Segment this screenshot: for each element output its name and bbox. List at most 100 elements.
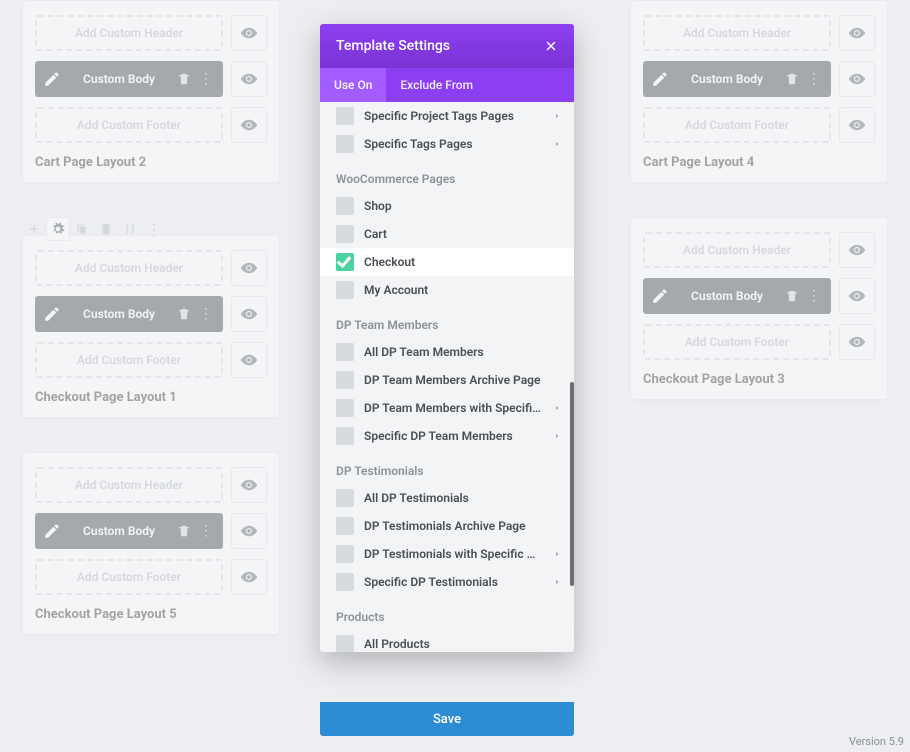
more-icon[interactable]: ⋮	[197, 306, 215, 322]
trash-icon[interactable]	[177, 72, 191, 86]
layout-card: Add Custom Header Custom Body⋮ Add Custom …	[630, 0, 888, 183]
trash-icon[interactable]	[785, 289, 799, 303]
visibility-toggle[interactable]	[231, 342, 267, 378]
more-icon[interactable]: ⋮	[805, 71, 823, 87]
checkbox[interactable]	[336, 197, 354, 215]
checkbox[interactable]	[336, 107, 354, 125]
checkbox[interactable]	[336, 135, 354, 153]
tab-use-on[interactable]: Use On	[320, 68, 386, 102]
add-header-button[interactable]: Add Custom Header	[35, 15, 223, 51]
save-button[interactable]: Save	[320, 702, 574, 736]
eye-icon	[240, 522, 258, 540]
option-all-team[interactable]: All DP Team Members	[320, 338, 574, 366]
visibility-toggle[interactable]	[231, 15, 267, 51]
sort-icon[interactable]	[118, 217, 142, 241]
visibility-toggle[interactable]	[839, 278, 875, 314]
more-icon[interactable]: ⋮	[142, 217, 166, 241]
option-shop[interactable]: Shop	[320, 192, 574, 220]
checkbox-checked[interactable]	[336, 253, 354, 271]
add-header-button[interactable]: Add Custom Header	[643, 15, 831, 51]
trash-icon[interactable]	[177, 524, 191, 538]
visibility-toggle[interactable]	[231, 559, 267, 595]
layout-title: Cart Page Layout 2	[35, 155, 267, 170]
visibility-toggle[interactable]	[231, 467, 267, 503]
layout-card: Add Custom Header Custom Body⋮ Add Custom …	[22, 0, 280, 183]
custom-body-row[interactable]: Custom Body⋮	[35, 513, 223, 549]
add-icon[interactable]	[22, 217, 46, 241]
option-specific-tags[interactable]: Specific Tags Pages	[320, 130, 574, 158]
visibility-toggle[interactable]	[231, 296, 267, 332]
eye-icon	[240, 70, 258, 88]
add-header-button[interactable]: Add Custom Header	[643, 232, 831, 268]
option-all-testimonials[interactable]: All DP Testimonials	[320, 484, 574, 512]
template-settings-modal: Template Settings Use On Exclude From Sp…	[320, 24, 574, 652]
option-checkout[interactable]: Checkout	[320, 248, 574, 276]
more-icon[interactable]: ⋮	[197, 71, 215, 87]
checkbox[interactable]	[336, 343, 354, 361]
modal-tabs: Use On Exclude From	[320, 68, 574, 102]
tab-exclude-from[interactable]: Exclude From	[386, 68, 487, 102]
visibility-toggle[interactable]	[839, 61, 875, 97]
checkbox[interactable]	[336, 517, 354, 535]
chevron-right-icon	[552, 111, 562, 121]
option-my-account[interactable]: My Account	[320, 276, 574, 304]
add-footer-button[interactable]: Add Custom Footer	[643, 107, 831, 143]
option-cart[interactable]: Cart	[320, 220, 574, 248]
checkbox[interactable]	[336, 399, 354, 417]
scrollbar[interactable]	[570, 382, 574, 586]
modal-body: Specific Project Tags Pages Specific Tag…	[320, 102, 574, 652]
trash-icon[interactable]	[177, 307, 191, 321]
option-team-specific-cat[interactable]: DP Team Members with Specific Categories	[320, 394, 574, 422]
checkbox[interactable]	[336, 489, 354, 507]
visibility-toggle[interactable]	[231, 250, 267, 286]
chevron-right-icon	[552, 139, 562, 149]
pencil-icon	[651, 287, 669, 305]
eye-icon	[848, 241, 866, 259]
more-icon[interactable]: ⋮	[197, 523, 215, 539]
visibility-toggle[interactable]	[839, 232, 875, 268]
option-specific-project-tags[interactable]: Specific Project Tags Pages	[320, 102, 574, 130]
custom-body-row[interactable]: Custom Body⋮	[35, 61, 223, 97]
option-all-products[interactable]: All Products	[320, 630, 574, 652]
trash-icon[interactable]	[94, 217, 118, 241]
checkbox[interactable]	[336, 635, 354, 652]
add-header-button[interactable]: Add Custom Header	[35, 250, 223, 286]
add-footer-button[interactable]: Add Custom Footer	[35, 107, 223, 143]
eye-icon	[240, 351, 258, 369]
option-testimonials-specific-cat[interactable]: DP Testimonials with Specific DP Categor…	[320, 540, 574, 568]
add-footer-button[interactable]: Add Custom Footer	[35, 342, 223, 378]
more-icon[interactable]: ⋮	[805, 288, 823, 304]
trash-icon[interactable]	[785, 72, 799, 86]
option-testimonials-archive[interactable]: DP Testimonials Archive Page	[320, 512, 574, 540]
copy-icon[interactable]	[70, 217, 94, 241]
chevron-right-icon	[552, 549, 562, 559]
layout-title: Checkout Page Layout 5	[35, 607, 267, 622]
visibility-toggle[interactable]	[231, 513, 267, 549]
visibility-toggle[interactable]	[839, 15, 875, 51]
add-footer-button[interactable]: Add Custom Footer	[643, 324, 831, 360]
checkbox[interactable]	[336, 545, 354, 563]
layout-card: ⋮ Add Custom Header Custom Body⋮ Add Custo…	[22, 217, 280, 418]
checkbox[interactable]	[336, 427, 354, 445]
option-team-archive[interactable]: DP Team Members Archive Page	[320, 366, 574, 394]
visibility-toggle[interactable]	[231, 107, 267, 143]
gear-icon[interactable]	[46, 217, 70, 241]
visibility-toggle[interactable]	[231, 61, 267, 97]
checkbox[interactable]	[336, 281, 354, 299]
chevron-right-icon	[552, 431, 562, 441]
eye-icon	[848, 24, 866, 42]
checkbox[interactable]	[336, 225, 354, 243]
chevron-right-icon	[552, 403, 562, 413]
checkbox[interactable]	[336, 573, 354, 591]
custom-body-row[interactable]: Custom Body⋮	[643, 278, 831, 314]
custom-body-row[interactable]: Custom Body⋮	[643, 61, 831, 97]
custom-body-row[interactable]: Custom Body⋮	[35, 296, 223, 332]
visibility-toggle[interactable]	[839, 324, 875, 360]
close-icon[interactable]	[544, 39, 558, 53]
add-footer-button[interactable]: Add Custom Footer	[35, 559, 223, 595]
checkbox[interactable]	[336, 371, 354, 389]
option-team-specific[interactable]: Specific DP Team Members	[320, 422, 574, 450]
option-testimonials-specific[interactable]: Specific DP Testimonials	[320, 568, 574, 596]
add-header-button[interactable]: Add Custom Header	[35, 467, 223, 503]
visibility-toggle[interactable]	[839, 107, 875, 143]
